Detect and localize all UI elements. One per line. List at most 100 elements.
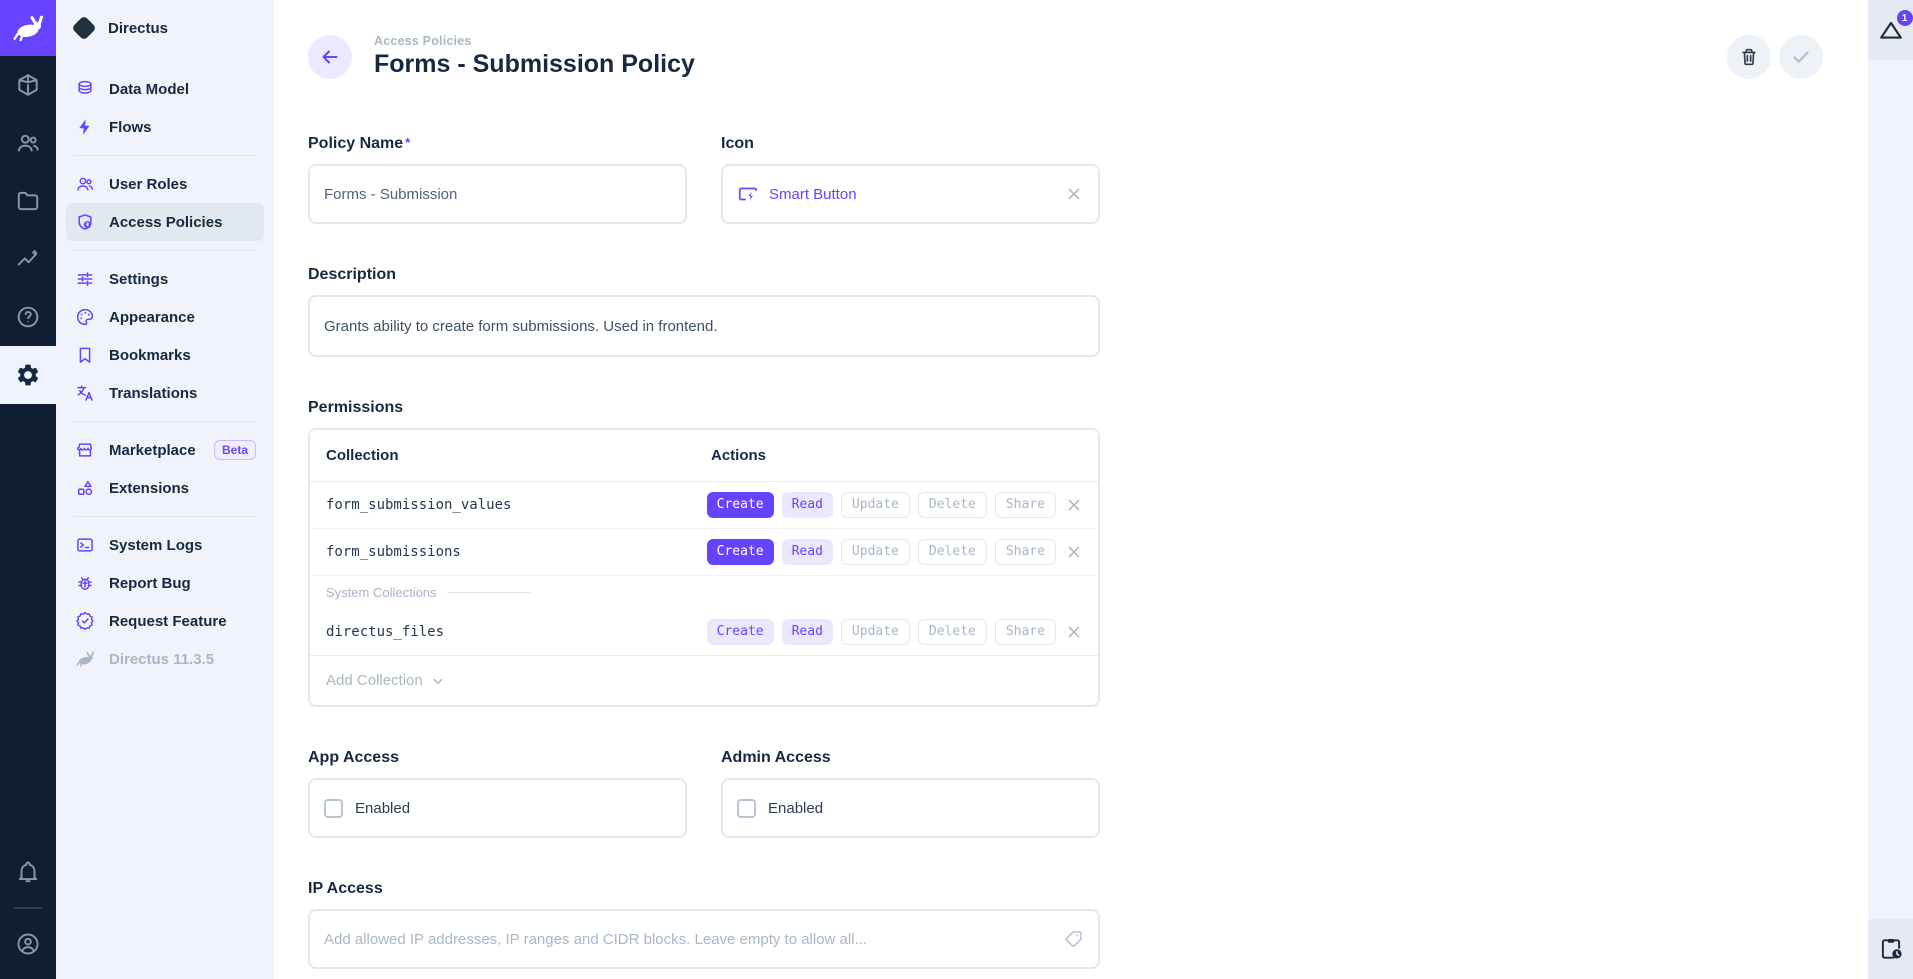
chevron-down-icon (429, 672, 447, 690)
database-icon (75, 79, 95, 99)
action-badge-create[interactable]: Create (707, 539, 774, 565)
directus-logo-button[interactable] (0, 0, 56, 56)
x-icon (1064, 495, 1084, 515)
project-name: Directus (108, 20, 168, 37)
sidebar-item-request-feature[interactable]: Request Feature (66, 602, 264, 640)
action-badge-update[interactable]: Update (841, 539, 910, 565)
sidebar-item-user-roles[interactable]: User Roles (66, 165, 264, 203)
permissions-table: Collection Actions form_submission_value… (308, 428, 1100, 707)
policy-name-label: Policy Name* (308, 135, 687, 153)
action-badge-read[interactable]: Read (782, 492, 833, 518)
remove-collection-button[interactable] (1064, 622, 1084, 642)
project-header[interactable]: Directus (56, 0, 274, 56)
right-sidebar: 1 (1868, 0, 1913, 979)
icon-value: Smart Button (769, 186, 1054, 203)
breadcrumb[interactable]: Access Policies (374, 34, 695, 48)
nav-divider (74, 516, 256, 517)
sidebar-item-flows[interactable]: Flows (66, 108, 264, 146)
back-button[interactable] (308, 35, 352, 79)
admin-access-label: Admin Access (721, 749, 1100, 767)
action-badge-read[interactable]: Read (782, 539, 833, 565)
admin-access-checkbox-label: Enabled (768, 800, 823, 817)
policy-name-input[interactable] (324, 186, 671, 203)
directus-rabbit-icon (11, 11, 45, 45)
action-badge-read[interactable]: Read (782, 619, 833, 645)
action-badge-delete[interactable]: Delete (918, 492, 987, 518)
page-header: Access Policies Forms - Submission Polic… (274, 0, 1868, 79)
verified-icon (75, 611, 95, 631)
action-badge-share[interactable]: Share (995, 492, 1056, 518)
terminal-icon (75, 535, 95, 555)
sidebar-item-data-model[interactable]: Data Model (66, 70, 264, 108)
policy-form: Policy Name* Icon Smart Button Descripti… (308, 135, 1100, 969)
description-input[interactable] (324, 318, 1084, 335)
sidebar-item-bookmarks[interactable]: Bookmarks (66, 336, 264, 374)
module-files[interactable] (0, 172, 56, 230)
sidebar-item-access-policies[interactable]: Access Policies (66, 203, 264, 241)
main-content: Access Policies Forms - Submission Polic… (274, 0, 1868, 979)
admin-access-checkbox[interactable] (737, 799, 756, 818)
module-docs[interactable] (0, 288, 56, 346)
app-access-field: App Access Enabled (308, 749, 687, 838)
remove-collection-button[interactable] (1064, 542, 1084, 562)
project-logo-icon (71, 15, 96, 40)
cube-icon (15, 72, 41, 98)
action-badge-share[interactable]: Share (995, 619, 1056, 645)
save-button[interactable] (1779, 35, 1823, 79)
extension-icon (75, 478, 95, 498)
collection-name: form_submissions (310, 544, 707, 560)
permission-row: directus_filesCreateReadUpdateDeleteShar… (310, 608, 1098, 655)
sidebar-item-appearance[interactable]: Appearance (66, 298, 264, 336)
action-badge-update[interactable]: Update (841, 492, 910, 518)
module-account[interactable] (0, 915, 56, 973)
sidebar-item-extensions[interactable]: Extensions (66, 469, 264, 507)
sidebar-item-settings[interactable]: Settings (66, 260, 264, 298)
clear-icon-button[interactable] (1064, 184, 1084, 204)
policy-name-field: Policy Name* (308, 135, 687, 224)
sidebar-item-label: Data Model (109, 81, 189, 98)
module-insights[interactable] (0, 230, 56, 288)
add-collection-label: Add Collection (326, 672, 423, 689)
pending-actions-button[interactable] (1868, 919, 1913, 979)
sidebar-item-marketplace[interactable]: MarketplaceBeta (66, 431, 264, 469)
sidebar-item-label: Bookmarks (109, 347, 191, 364)
navigation-sidebar: Directus Data Model Flows User Roles Access… (56, 0, 274, 979)
sidebar-item-label: System Logs (109, 537, 202, 554)
notifications-button[interactable]: 1 (1868, 0, 1913, 60)
sidebar-item-label: Access Policies (109, 214, 222, 231)
sidebar-item-system-logs[interactable]: System Logs (66, 526, 264, 564)
action-badge-delete[interactable]: Delete (918, 539, 987, 565)
trash-icon (1738, 46, 1760, 68)
storefront-icon (75, 440, 95, 460)
sidebar-item-translations[interactable]: Translations (66, 374, 264, 412)
required-asterisk: * (405, 135, 410, 150)
module-users[interactable] (0, 114, 56, 172)
nav-divider (74, 155, 256, 156)
sidebar-item-label: Flows (109, 119, 152, 136)
delete-button[interactable] (1727, 35, 1771, 79)
action-badge-update[interactable]: Update (841, 619, 910, 645)
action-badge-create[interactable]: Create (707, 492, 774, 518)
sidebar-item-report-bug[interactable]: Report Bug (66, 564, 264, 602)
module-settings[interactable] (0, 346, 56, 404)
header-actions (1727, 35, 1823, 79)
action-badge-create[interactable]: Create (707, 619, 774, 645)
permissions-label: Permissions (308, 399, 1100, 417)
icon-select[interactable]: Smart Button (721, 164, 1100, 224)
people-icon (75, 174, 95, 194)
title-block: Access Policies Forms - Submission Polic… (374, 34, 695, 79)
bookmark-icon (75, 345, 95, 365)
arrow-left-icon (318, 45, 342, 69)
action-badge-share[interactable]: Share (995, 539, 1056, 565)
app-access-checkbox[interactable] (324, 799, 343, 818)
module-notifications[interactable] (0, 843, 56, 901)
collection-name: form_submission_values (310, 497, 707, 513)
tag-icon[interactable] (1063, 928, 1084, 950)
module-content[interactable] (0, 56, 56, 114)
module-bar (0, 0, 56, 979)
ip-access-input[interactable] (324, 931, 1063, 948)
translate-icon (75, 383, 95, 403)
add-collection-button[interactable]: Add Collection (310, 655, 1098, 705)
action-badge-delete[interactable]: Delete (918, 619, 987, 645)
remove-collection-button[interactable] (1064, 495, 1084, 515)
